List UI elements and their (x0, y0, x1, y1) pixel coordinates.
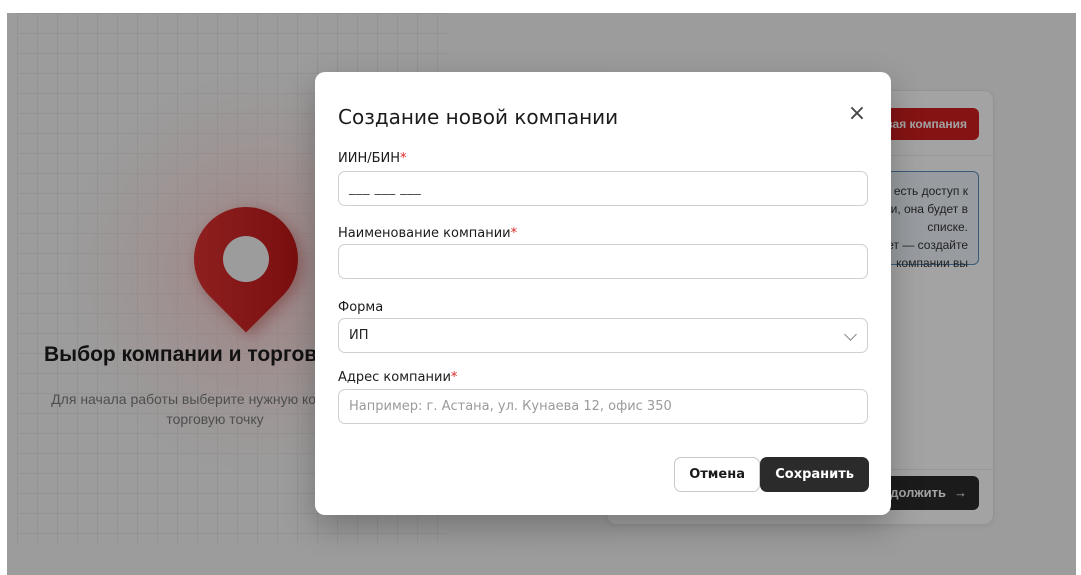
form-select[interactable]: ИП (338, 318, 868, 353)
iin-label: ИИН/БИН* (338, 151, 407, 166)
modal-title: Создание новой компании (338, 105, 619, 129)
required-mark: * (450, 370, 458, 385)
close-icon[interactable]: × (845, 102, 869, 126)
form-select-value: ИП (349, 328, 369, 343)
form-label: Форма (338, 300, 384, 315)
iin-input[interactable]: ___ ___ ___ (338, 171, 868, 206)
iin-label-text: ИИН/БИН (338, 151, 401, 166)
company-name-label: Наименование компании* (338, 226, 517, 241)
save-button[interactable]: Сохранить (760, 457, 869, 492)
address-input[interactable]: Например: г. Астана, ул. Кунаева 12, офи… (338, 389, 868, 424)
required-mark: * (510, 226, 518, 241)
address-label: Адрес компании* (338, 370, 457, 385)
cancel-button[interactable]: Отмена (674, 457, 760, 492)
required-mark: * (400, 151, 407, 166)
company-name-label-text: Наименование компании (338, 226, 511, 241)
create-company-modal: Создание новой компании × ИИН/БИН* ___ _… (315, 72, 891, 515)
address-label-text: Адрес компании (338, 370, 451, 385)
chevron-down-icon (844, 328, 857, 341)
company-name-input[interactable] (338, 244, 868, 279)
